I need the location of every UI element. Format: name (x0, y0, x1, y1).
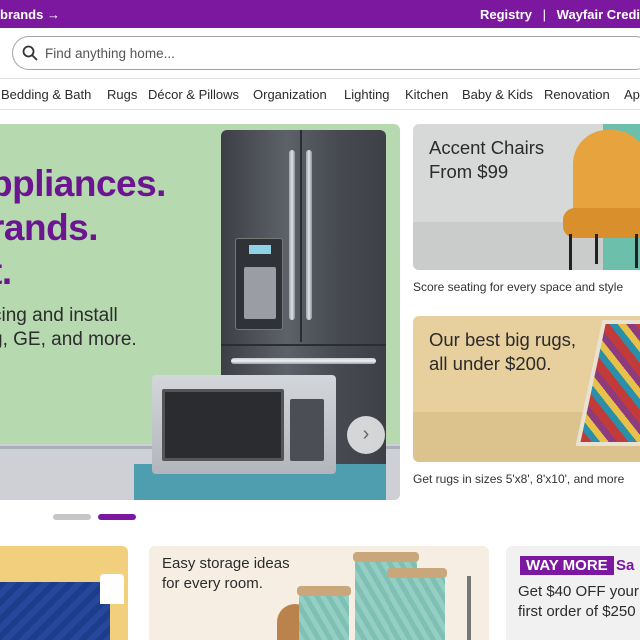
canister-lid (353, 552, 419, 562)
card-title-line: Our best big rugs, (429, 329, 577, 350)
card-title-line: Accent Chairs (429, 137, 545, 158)
lamp-image (100, 574, 124, 604)
card-title-line: From $99 (429, 161, 509, 182)
wayfair-credit-link[interactable]: Wayfair Credi (557, 7, 640, 22)
offer-line: Get $40 OFF your (518, 583, 639, 600)
chair-leg (595, 234, 598, 264)
storage-title: Easy storage ideas for every room. (162, 554, 290, 594)
big-rugs-card[interactable]: Our best big rugs, all under $200. (413, 316, 640, 462)
microwave-window (162, 389, 284, 461)
paper-towel-holder (467, 576, 471, 640)
nav-item-kitchen[interactable]: Kitchen (405, 87, 448, 102)
storage-ideas-card[interactable]: Easy storage ideas for every room. (149, 546, 489, 640)
microwave-keypad (290, 399, 324, 461)
chair-leg (635, 234, 638, 268)
carousel-dot-active[interactable] (98, 514, 136, 520)
offer-line: first order of $250 (518, 603, 636, 620)
canister-lid (387, 568, 447, 578)
hero-banner[interactable]: ppliances. rands. t. cing and install g,… (0, 124, 400, 500)
canister-image (389, 572, 445, 640)
hero-body-line: g, GE, and more. (0, 329, 137, 350)
fridge-door-split (300, 130, 302, 342)
registry-link[interactable]: Registry (480, 7, 532, 22)
dispenser-screen (249, 245, 271, 254)
way-more-card[interactable]: WAY MORE Sa Get $40 OFF your first order… (506, 546, 640, 640)
carousel-next-button[interactable]: › (347, 416, 385, 454)
blue-bedding-image (0, 582, 110, 640)
category-nav: Bedding & Bath Rugs Décor & Pillows Orga… (0, 78, 640, 110)
fridge-drawer-handle (231, 358, 376, 364)
storage-title-line: Easy storage ideas (162, 555, 290, 572)
nav-item-decor-pillows[interactable]: Décor & Pillows (148, 87, 239, 102)
nav-item-bedding-bath[interactable]: Bedding & Bath (1, 87, 91, 102)
bedding-promo-card[interactable] (0, 546, 128, 640)
hero-body: cing and install g, GE, and more. (0, 304, 137, 352)
separator: | (542, 7, 547, 22)
chevron-right-icon: › (362, 423, 370, 445)
way-more-badge: WAY MORE (520, 556, 614, 575)
chair-leg (569, 234, 572, 270)
top-links: Registry | Wayfair Credi (480, 7, 640, 22)
nav-item-rugs[interactable]: Rugs (107, 87, 137, 102)
nav-item-lighting[interactable]: Lighting (344, 87, 390, 102)
hero-headline-line: rands. (0, 207, 99, 248)
rug-image (575, 320, 640, 446)
carousel-dot[interactable] (53, 514, 91, 520)
chair-seat (563, 208, 640, 238)
nav-item-baby-kids[interactable]: Baby & Kids (462, 87, 533, 102)
top-promo-bar: brands → Registry | Wayfair Credi (0, 0, 640, 28)
way-more-suffix: Sa (616, 557, 635, 574)
card-title-line: all under $200. (429, 353, 552, 374)
hero-body-line: cing and install (0, 305, 118, 326)
hero-headline-line: ppliances. (0, 163, 166, 204)
search-bar[interactable] (12, 36, 640, 70)
search-icon (22, 45, 38, 61)
card-caption: Get rugs in sizes 5'x8', 8'x10', and mor… (413, 472, 625, 486)
storage-title-line: for every room. (162, 575, 263, 592)
offer-text: Get $40 OFF your first order of $250 (518, 582, 639, 622)
card-title: Our best big rugs, all under $200. (429, 328, 576, 376)
fridge-drawer-line (221, 344, 386, 346)
brands-promo-link[interactable]: brands → (0, 7, 60, 22)
search-input[interactable] (45, 43, 545, 63)
card-title: Accent Chairs From $99 (429, 136, 544, 184)
nav-item-appliances[interactable]: Ap (624, 87, 640, 102)
card-caption: Score seating for every space and style (413, 280, 624, 294)
canister-lid (297, 586, 351, 596)
nav-item-renovation[interactable]: Renovation (544, 87, 610, 102)
hero-headline-line: t. (0, 251, 12, 292)
accent-chairs-card[interactable]: Accent Chairs From $99 (413, 124, 640, 270)
canister-image (299, 590, 349, 640)
fridge-handle (289, 150, 295, 320)
hero-headline: ppliances. rands. t. (0, 162, 166, 294)
nav-item-organization[interactable]: Organization (253, 87, 327, 102)
fridge-handle (306, 150, 312, 320)
fridge-dispenser (235, 238, 283, 330)
dispenser-tap (244, 267, 276, 319)
microwave-image (152, 375, 336, 474)
